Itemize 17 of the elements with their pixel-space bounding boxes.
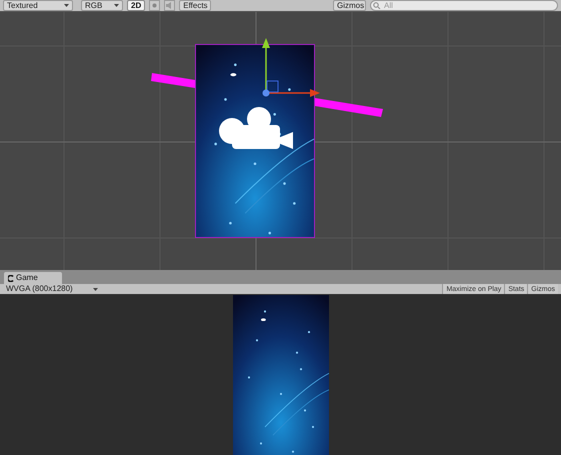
caret-icon (93, 286, 98, 292)
search-icon (373, 2, 381, 9)
search-field[interactable]: All (370, 0, 558, 11)
caret-icon (114, 3, 119, 8)
resolution-dropdown[interactable]: WVGA (800x1280) (3, 284, 101, 294)
mode-2d-toggle[interactable]: 2D (127, 0, 146, 11)
move-gizmo[interactable] (262, 38, 320, 97)
gizmos-dropdown[interactable]: Gizmos (333, 0, 366, 11)
game-controller-icon (8, 274, 14, 282)
camera-icon (219, 107, 293, 149)
sun-icon[interactable] (149, 0, 160, 11)
caret-icon (64, 3, 69, 8)
game-tab[interactable]: Game (4, 272, 62, 284)
effects-dropdown[interactable]: Effects (179, 0, 212, 11)
render-mode-dropdown[interactable]: Textured (3, 0, 73, 11)
channel-dropdown[interactable]: RGB (81, 0, 123, 11)
speaker-icon[interactable] (164, 0, 176, 11)
